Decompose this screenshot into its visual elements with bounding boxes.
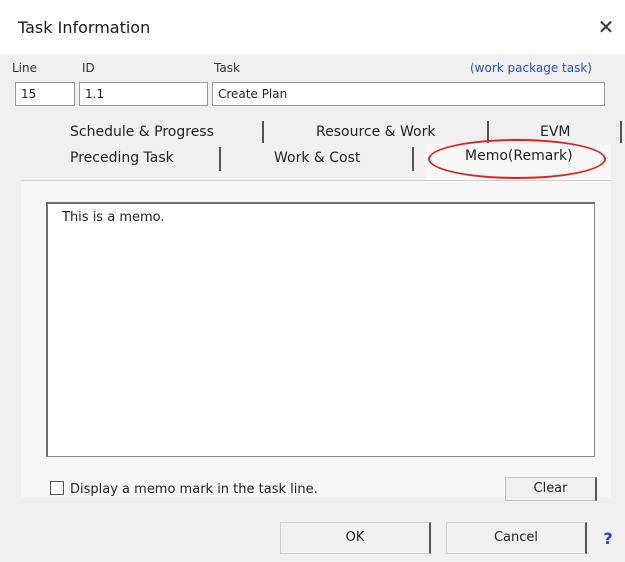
tab-memo-remark[interactable]: Memo(Remark) (465, 148, 573, 164)
line-label: Line (12, 61, 38, 75)
close-icon[interactable]: ✕ (593, 14, 619, 40)
help-icon[interactable]: ? (597, 527, 619, 551)
memo-mark-checkbox-label: Display a memo mark in the task line. (70, 482, 318, 497)
title-bar: Task Information ✕ (0, 0, 625, 54)
clear-button[interactable]: Clear (505, 477, 597, 501)
line-field[interactable]: 15 (15, 82, 75, 106)
tab-resource-work[interactable]: Resource & Work (316, 124, 435, 140)
tab-evm[interactable]: EVM (540, 124, 571, 140)
tab-work-cost[interactable]: Work & Cost (274, 150, 360, 166)
task-name-field[interactable]: Create Plan (212, 82, 605, 106)
tab-divider (412, 147, 414, 171)
memo-textarea[interactable]: This is a memo. (46, 202, 595, 457)
id-field[interactable]: 1.1 (79, 82, 208, 106)
tab-divider (219, 147, 221, 171)
tab-divider (262, 121, 264, 143)
cancel-button[interactable]: Cancel (446, 522, 587, 554)
task-information-dialog: Task Information ✕ Line ID Task (work pa… (0, 0, 625, 562)
tab-divider (620, 121, 622, 143)
tab-preceding-task[interactable]: Preceding Task (70, 150, 174, 166)
work-package-note: (work package task) (470, 61, 592, 75)
id-label: ID (82, 61, 95, 75)
ok-button[interactable]: OK (280, 522, 431, 554)
memo-mark-checkbox[interactable] (50, 481, 64, 495)
task-label: Task (214, 61, 240, 75)
tab-schedule-progress[interactable]: Schedule & Progress (70, 124, 214, 140)
dialog-title: Task Information (18, 18, 151, 37)
tab-divider (487, 121, 489, 143)
